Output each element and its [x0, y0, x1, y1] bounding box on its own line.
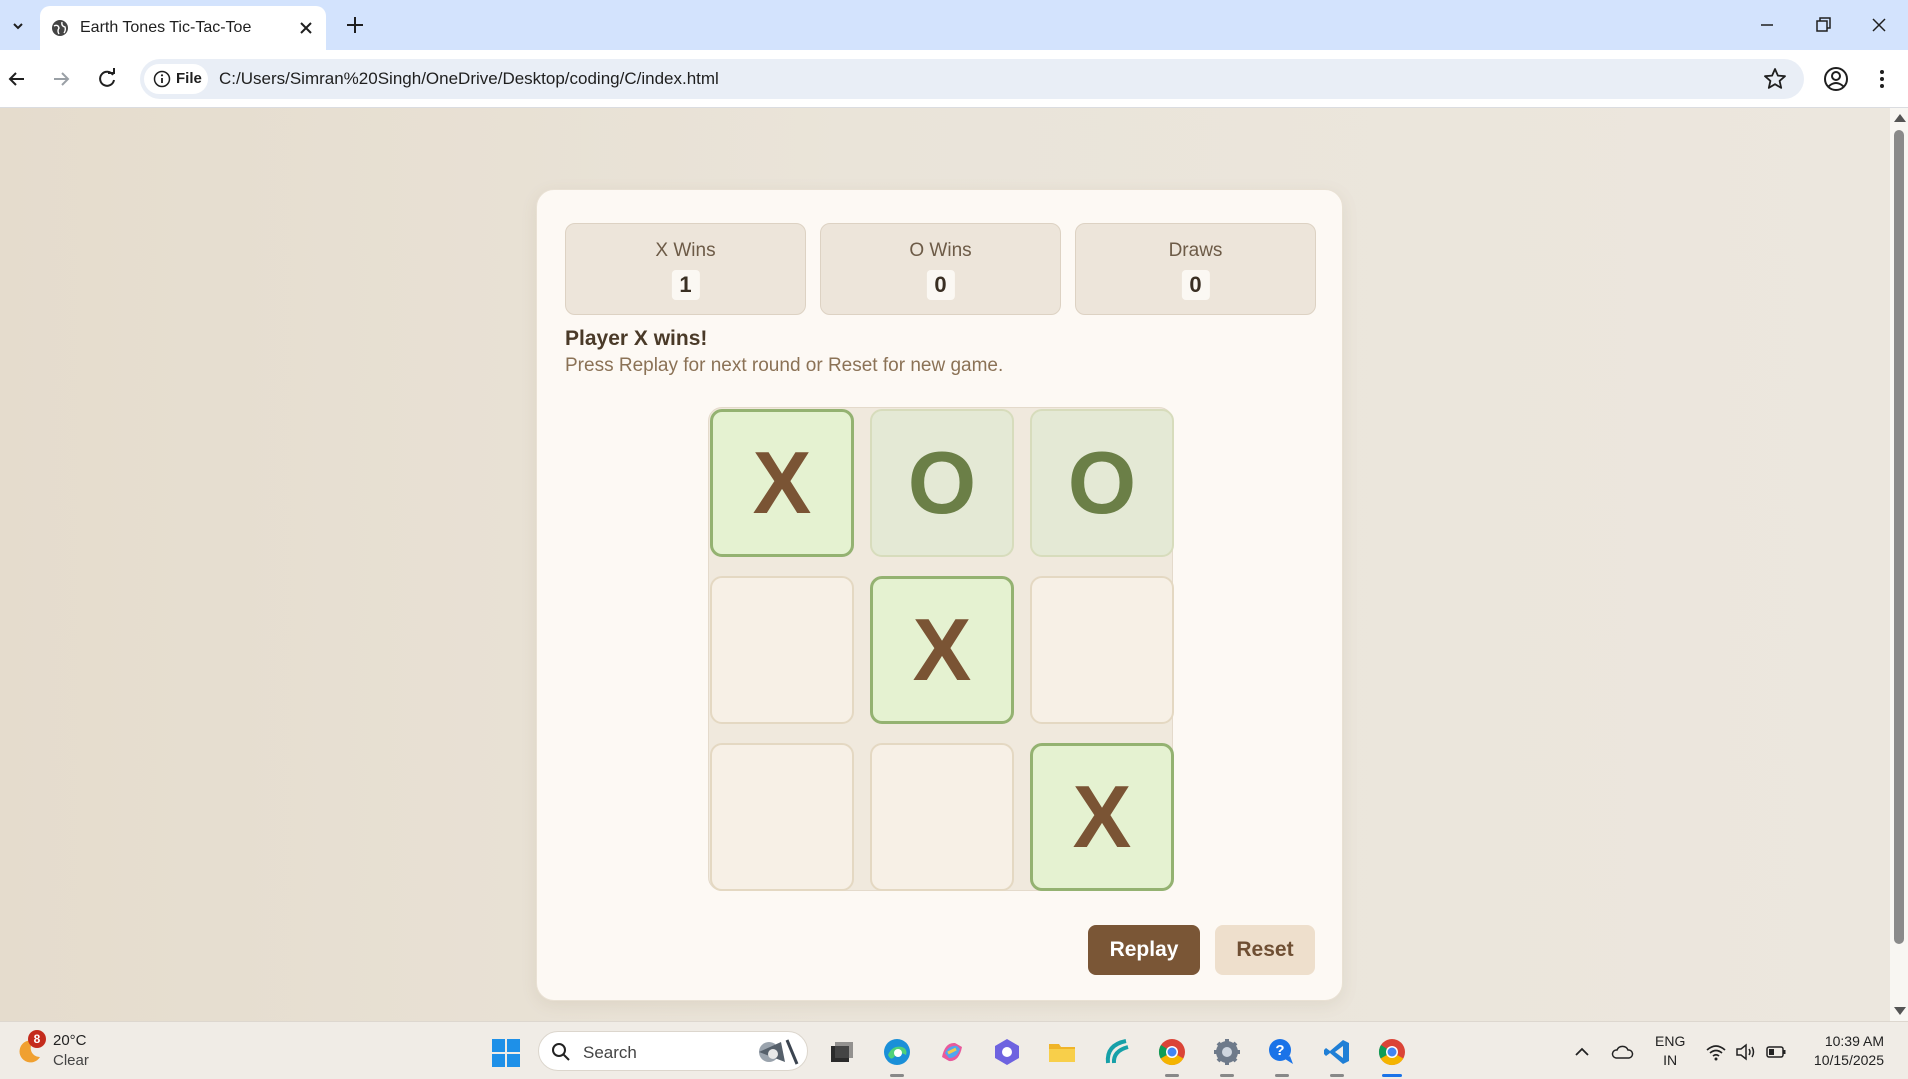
system-clock[interactable]: 10:39 AM 10/15/2025	[1806, 1032, 1884, 1070]
score-o-label: O Wins	[909, 240, 972, 261]
clock-date: 10/15/2025	[1813, 1052, 1884, 1068]
tab-search-chevron-icon[interactable]	[4, 12, 32, 40]
score-draws-label: Draws	[1168, 240, 1223, 261]
vscode-icon[interactable]	[1320, 1035, 1354, 1069]
region-code: IN	[1663, 1052, 1678, 1068]
site-info-chip[interactable]: File	[144, 64, 208, 94]
search-icon	[552, 1043, 570, 1061]
address-bar[interactable]: File C:/Users/Simran%20Singh/OneDrive/De…	[140, 59, 1804, 99]
new-tab-icon[interactable]	[342, 12, 368, 38]
tab-title: Earth Tones Tic-Tac-Toe	[80, 19, 252, 36]
cell-mark: O	[1067, 433, 1137, 532]
battery-icon[interactable]	[1764, 1040, 1788, 1064]
show-hidden-icons-chevron-icon[interactable]	[1570, 1040, 1594, 1064]
board-cell-4[interactable]	[710, 576, 854, 724]
taskbar: 8 20°C Clear Search ? ENG IN 10:39 AM 10…	[0, 1021, 1908, 1079]
windows-start-icon[interactable]	[491, 1038, 521, 1068]
board-cell-5-x[interactable]: X	[870, 576, 1014, 724]
help-running-indicator	[1275, 1074, 1289, 1077]
chrome-running-indicator	[1165, 1074, 1179, 1077]
chrome-active-icon[interactable]	[1375, 1035, 1409, 1069]
edge-browser-icon[interactable]	[880, 1035, 914, 1069]
score-x-value: 1	[671, 270, 700, 300]
scrollbar-thumb[interactable]	[1894, 130, 1904, 944]
close-window-icon[interactable]	[1864, 10, 1894, 40]
score-o-value: 0	[926, 270, 955, 300]
scroll-up-arrow-icon[interactable]	[1894, 114, 1906, 122]
back-icon[interactable]	[2, 64, 32, 94]
score-x-wins: X Wins 1	[565, 223, 806, 315]
vertical-scrollbar[interactable]	[1890, 108, 1908, 1021]
forward-icon[interactable]	[46, 64, 76, 94]
chrome-active-indicator	[1382, 1074, 1402, 1077]
weather-description[interactable]: Clear	[53, 1052, 89, 1069]
board-cell-7[interactable]	[710, 743, 854, 891]
board-cell-1-x[interactable]: X	[710, 409, 854, 557]
browser-toolbar: File C:/Users/Simran%20Singh/OneDrive/De…	[0, 50, 1908, 108]
browser-tab-bar: Earth Tones Tic-Tac-Toe	[0, 0, 1908, 50]
volume-icon[interactable]	[1734, 1040, 1758, 1064]
scroll-down-arrow-icon[interactable]	[1894, 1007, 1906, 1015]
cell-mark: O	[907, 433, 977, 532]
profile-icon[interactable]	[1822, 65, 1850, 93]
svg-text:?: ?	[1275, 1042, 1284, 1059]
settings-gear-icon[interactable]	[1210, 1035, 1244, 1069]
cell-mark: X	[752, 433, 812, 532]
vscode-running-indicator	[1330, 1074, 1344, 1077]
reset-button[interactable]: Reset	[1215, 925, 1315, 975]
copilot-icon[interactable]	[935, 1035, 969, 1069]
minimize-icon[interactable]	[1752, 10, 1782, 40]
game-board: X O O X X	[708, 407, 1174, 891]
score-o-wins: O Wins 0	[820, 223, 1061, 315]
board-cell-6[interactable]	[1030, 576, 1174, 724]
language-code: ENG	[1655, 1033, 1686, 1049]
chrome-icon[interactable]	[1155, 1035, 1189, 1069]
taskbar-search-box[interactable]: Search	[538, 1031, 808, 1071]
settings-running-indicator	[1220, 1074, 1234, 1077]
status-subtitle: Press Replay for next round or Reset for…	[565, 355, 1004, 376]
more-menu-icon[interactable]	[1872, 65, 1892, 93]
weather-alert-badge: 8	[28, 1030, 46, 1048]
score-draws-value: 0	[1181, 270, 1210, 300]
bookmark-star-icon[interactable]	[1762, 66, 1788, 92]
reload-icon[interactable]	[92, 64, 122, 94]
help-chat-icon[interactable]: ?	[1265, 1035, 1299, 1069]
weather-temperature[interactable]: 20°C	[53, 1032, 87, 1049]
close-tab-icon[interactable]	[296, 18, 316, 38]
cell-mark: X	[912, 600, 972, 699]
url-text[interactable]: C:/Users/Simran%20Singh/OneDrive/Desktop…	[219, 69, 719, 89]
board-cell-9-x[interactable]: X	[1030, 743, 1174, 891]
language-indicator[interactable]: ENG IN	[1655, 1032, 1685, 1070]
info-icon	[153, 70, 171, 88]
globe-icon	[52, 20, 68, 36]
wifi-icon[interactable]	[1704, 1040, 1728, 1064]
onedrive-cloud-icon[interactable]	[1610, 1040, 1634, 1064]
edge-running-indicator	[890, 1074, 904, 1077]
clock-time: 10:39 AM	[1824, 1033, 1884, 1049]
cell-mark: X	[1072, 767, 1132, 866]
search-highlight-icon	[759, 1039, 799, 1065]
game-card: X Wins 1 O Wins 0 Draws 0 Player X wins!…	[536, 189, 1343, 1001]
curve-app-icon[interactable]	[1100, 1035, 1134, 1069]
board-cell-2-o[interactable]: O	[870, 409, 1014, 557]
score-draws: Draws 0	[1075, 223, 1316, 315]
board-cell-3-o[interactable]: O	[1030, 409, 1174, 557]
board-cell-8[interactable]	[870, 743, 1014, 891]
file-explorer-icon[interactable]	[1045, 1035, 1079, 1069]
taskbar-search-label: Search	[583, 1043, 637, 1062]
browser-tab[interactable]: Earth Tones Tic-Tac-Toe	[40, 6, 326, 50]
score-x-label: X Wins	[655, 240, 716, 261]
restore-icon[interactable]	[1808, 10, 1838, 40]
loop-app-icon[interactable]	[990, 1035, 1024, 1069]
status-title: Player X wins!	[565, 327, 708, 350]
replay-button[interactable]: Replay	[1088, 925, 1200, 975]
site-chip-label: File	[176, 70, 202, 87]
task-view-icon[interactable]	[825, 1035, 859, 1069]
